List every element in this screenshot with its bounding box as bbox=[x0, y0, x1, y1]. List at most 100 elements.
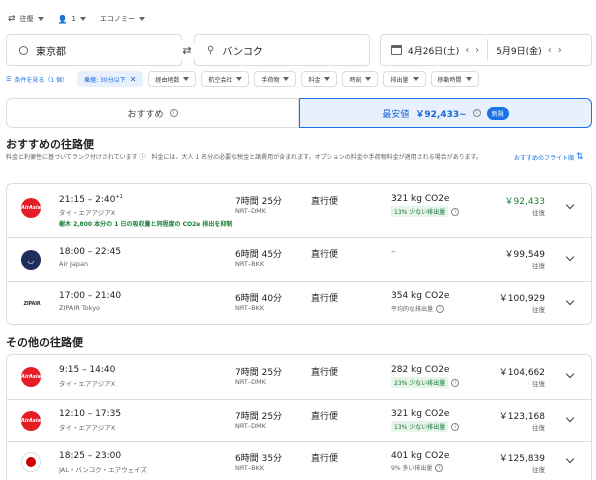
swap-button[interactable]: ⇄ bbox=[176, 39, 198, 61]
tab-cheapest[interactable]: 最安値 ￥92,433~ i 新規 bbox=[299, 98, 592, 128]
chevron-down-icon bbox=[365, 77, 372, 81]
airline-name: タイ・エアアジアX bbox=[59, 424, 116, 432]
tab-cheapest-price: ￥92,433~ bbox=[415, 109, 467, 120]
flight-duration: 6時間 35分 bbox=[235, 454, 283, 464]
flight-row[interactable]: AirAsia 9:15 – 14:40 タイ・エアアジアX 7時間 25分 N… bbox=[7, 355, 591, 400]
flight-duration: 6時間 40分 bbox=[235, 294, 283, 304]
flight-stops: 直行便 bbox=[311, 368, 339, 378]
destination-value: バンコク bbox=[222, 46, 263, 58]
info-icon[interactable]: i bbox=[451, 422, 460, 431]
passengers-select[interactable]: 👤 1 bbox=[58, 15, 86, 24]
filter-chip-price[interactable]: 料金 bbox=[301, 71, 338, 87]
flight-row[interactable]: AirAsia 21:15 – 2:40+1 タイ・エアアジアX 樹木 2,80… bbox=[7, 184, 591, 238]
expand-icon[interactable] bbox=[565, 415, 575, 425]
flight-price: ￥99,549 bbox=[504, 250, 546, 260]
airline-name: タイ・エアアジアX bbox=[59, 209, 116, 217]
airline-name: Air Japan bbox=[59, 260, 89, 268]
info-icon[interactable]: i bbox=[169, 109, 178, 117]
expand-icon[interactable] bbox=[565, 371, 575, 381]
filter-chip-stops[interactable]: 経由地数 bbox=[148, 71, 197, 87]
airline-name: タイ・エアアジアX bbox=[59, 380, 116, 388]
flight-price: ￥104,662 bbox=[498, 368, 545, 378]
info-icon[interactable]: i bbox=[436, 304, 445, 313]
depart-date-value: 4月26日(土) bbox=[408, 46, 460, 57]
flight-duration: 7時間 25分 bbox=[235, 412, 283, 422]
filter-chip-label: 経由地数 bbox=[155, 76, 180, 84]
trip-options-bar: ⇄ 往復 👤 1 エコノミー bbox=[8, 10, 145, 28]
next-return-date-button[interactable]: › bbox=[558, 45, 562, 56]
filter-chip-label: 移動時間 bbox=[437, 76, 462, 84]
expand-icon[interactable] bbox=[565, 456, 575, 466]
filter-chip-airlines[interactable]: 航空会社 bbox=[201, 71, 250, 87]
filter-chip-label: 乗継: 30分以下 bbox=[84, 76, 126, 84]
filter-chip-label: 料金 bbox=[308, 76, 321, 84]
flight-times: 21:15 – 2:40+1 bbox=[59, 194, 123, 205]
origin-field[interactable]: 東京都 bbox=[6, 34, 182, 66]
flight-times: 18:25 – 23:00 bbox=[59, 451, 122, 461]
location-pin-icon: ⚲ bbox=[207, 44, 215, 56]
all-filters-label: 条件を見る（1 個） bbox=[14, 76, 69, 84]
flight-row[interactable]: ◡ 18:00 – 22:45 Air Japan 6時間 45分 NRT–BK… bbox=[7, 238, 591, 282]
chevron-down-icon bbox=[324, 77, 331, 81]
tab-best[interactable]: おすすめ i bbox=[6, 98, 299, 128]
flight-row[interactable]: ZIPAIR 17:00 – 21:40 ZIPAIR Tokyo 6時間 40… bbox=[7, 282, 591, 326]
next-date-button[interactable]: › bbox=[475, 45, 479, 56]
expand-icon[interactable] bbox=[565, 298, 575, 308]
flight-row[interactable]: 18:25 – 23:00 JAL・バンコク・エアウェイズ 6時間 35分 NR… bbox=[7, 442, 591, 480]
filter-bar: ☰ 条件を見る（1 個） 乗継: 30分以下 ✕ 経由地数 航空会社 手荷物 料… bbox=[6, 70, 479, 88]
flight-route: NRT–BKK bbox=[235, 260, 265, 268]
flight-route: NRT–BKK bbox=[235, 304, 265, 312]
filter-chip-bags[interactable]: 手荷物 bbox=[254, 71, 297, 87]
price-type: 往復 bbox=[532, 424, 545, 432]
chevron-down-icon bbox=[138, 17, 145, 21]
passengers-count: 1 bbox=[71, 15, 76, 23]
flight-times: 17:00 – 21:40 bbox=[59, 291, 122, 301]
flight-stops: 直行便 bbox=[311, 197, 339, 207]
chevron-down-icon bbox=[236, 77, 243, 81]
filter-chip-emissions[interactable]: 排出量 bbox=[383, 71, 426, 87]
close-icon[interactable]: ✕ bbox=[130, 75, 137, 84]
return-date-segment[interactable]: 5月9日(金) ‹ › bbox=[496, 44, 561, 57]
flight-stops: 直行便 bbox=[311, 294, 339, 304]
filter-chip-label: 手荷物 bbox=[261, 76, 280, 84]
info-icon[interactable]: i bbox=[472, 109, 481, 117]
cabin-class-select[interactable]: エコノミー bbox=[100, 14, 145, 24]
cabin-class-label: エコノミー bbox=[99, 15, 135, 23]
emission-label: 13% 少ない排出量 bbox=[391, 206, 449, 217]
prev-return-date-button[interactable]: ‹ bbox=[548, 45, 552, 56]
emission-label: 13% 少ない排出量 bbox=[391, 421, 449, 432]
filter-chip-label: 時刻 bbox=[349, 76, 362, 84]
flight-duration: 7時間 25分 bbox=[235, 197, 283, 207]
expand-icon[interactable] bbox=[565, 254, 575, 264]
emission-badge: 13% 少ない排出量 i bbox=[391, 206, 460, 217]
expand-icon[interactable] bbox=[565, 202, 575, 212]
trip-type-select[interactable]: ⇄ 往復 bbox=[8, 14, 44, 24]
filter-chip-layover[interactable]: 乗継: 30分以下 ✕ bbox=[77, 71, 144, 87]
eco-note: 樹木 2,800 本分の 1 日の吸収量と同程度の CO2e 排出を抑制 bbox=[59, 221, 233, 228]
prev-date-button[interactable]: ‹ bbox=[465, 45, 469, 56]
all-filters-button[interactable]: ☰ 条件を見る（1 個） bbox=[6, 75, 68, 84]
date-picker[interactable]: 4月26日(土) ‹ › 5月9日(金) ‹ › bbox=[380, 34, 592, 66]
info-icon[interactable]: i bbox=[435, 463, 444, 472]
swap-arrows-icon: ⇄ bbox=[8, 14, 16, 24]
sort-by-link[interactable]: おすすめのフライト順 ⇅ bbox=[514, 152, 584, 162]
depart-date-segment[interactable]: 4月26日(土) ‹ › bbox=[391, 44, 479, 57]
chevron-down-icon bbox=[412, 77, 419, 81]
flight-route: NRT–DMK bbox=[235, 207, 267, 215]
filter-chip-duration[interactable]: 移動時間 bbox=[430, 71, 479, 87]
tab-best-label: おすすめ bbox=[127, 109, 164, 120]
chevron-down-icon bbox=[283, 77, 290, 81]
flight-duration: 7時間 25分 bbox=[235, 368, 283, 378]
jal-logo bbox=[21, 452, 41, 472]
info-icon[interactable]: i bbox=[451, 378, 460, 387]
trip-type-label: 往復 bbox=[19, 15, 34, 23]
sort-tabs: おすすめ i 最安値 ￥92,433~ i 新規 bbox=[6, 98, 592, 128]
info-icon[interactable]: i bbox=[451, 207, 460, 216]
flight-row[interactable]: AirAsia 12:10 – 17:35 タイ・エアアジアX 7時間 25分 … bbox=[7, 400, 591, 442]
flight-price: ￥125,839 bbox=[498, 454, 545, 464]
flight-times-text: 21:15 – 2:40 bbox=[59, 195, 116, 205]
origin-circle-icon bbox=[19, 45, 28, 55]
destination-field[interactable]: ⚲ バンコク bbox=[194, 34, 370, 66]
calendar-icon bbox=[391, 45, 402, 55]
filter-chip-times[interactable]: 時刻 bbox=[342, 71, 379, 87]
